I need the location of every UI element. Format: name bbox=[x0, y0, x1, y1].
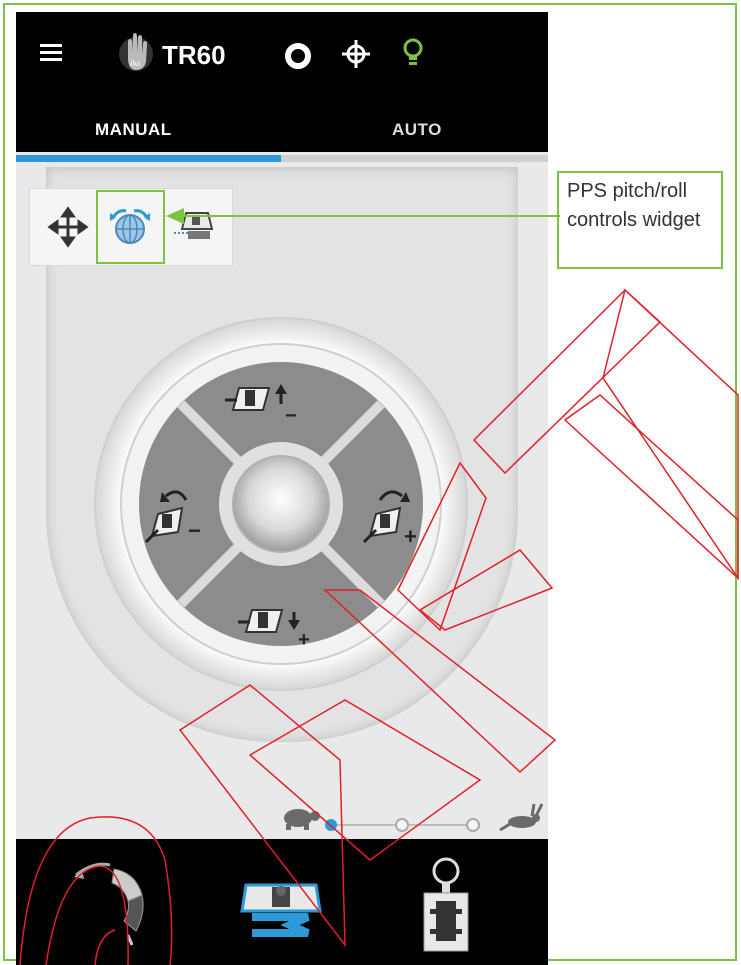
turtle-icon bbox=[284, 809, 320, 830]
gantry-head-icon[interactable] bbox=[416, 849, 476, 957]
speed-dot-medium bbox=[395, 818, 409, 832]
selected-tool-highlight bbox=[96, 190, 165, 264]
menu-icon[interactable] bbox=[40, 44, 62, 62]
svg-text:iba: iba bbox=[130, 59, 140, 68]
rabbit-icon bbox=[499, 803, 544, 832]
plus-label: + bbox=[404, 524, 417, 549]
svg-text:+: + bbox=[298, 629, 310, 651]
gantry-arc-icon[interactable] bbox=[66, 855, 166, 955]
move-icon[interactable] bbox=[36, 195, 100, 259]
crosshair-icon[interactable] bbox=[340, 38, 372, 70]
svg-text:−: − bbox=[188, 518, 201, 543]
app-screen: iba TR60 MANUAL AUTO − − + + bbox=[16, 12, 548, 965]
system-title: TR60 bbox=[162, 40, 226, 70]
tab-active-indicator bbox=[16, 155, 281, 162]
ring-icon[interactable] bbox=[283, 41, 313, 71]
pitch-plus-button[interactable]: − bbox=[223, 370, 303, 430]
roll-minus-button[interactable]: − bbox=[138, 478, 218, 558]
speed-dot-fast bbox=[466, 818, 480, 832]
annotation-callout: PPS pitch/roll controls widget bbox=[557, 171, 723, 269]
minus-label: − bbox=[285, 405, 297, 427]
tab-underline-rest bbox=[281, 155, 548, 162]
roll-plus-button[interactable]: + bbox=[356, 478, 436, 558]
speed-dot-slow bbox=[325, 819, 337, 831]
iba-logo-icon: iba bbox=[119, 33, 153, 71]
tab-auto[interactable]: AUTO bbox=[392, 120, 442, 140]
tab-manual[interactable]: MANUAL bbox=[95, 120, 172, 140]
top-bar: iba TR60 MANUAL AUTO bbox=[16, 12, 548, 152]
bottom-nav bbox=[16, 839, 548, 965]
pitch-minus-button[interactable]: + bbox=[236, 600, 336, 660]
couch-table-icon[interactable] bbox=[164, 195, 228, 259]
speed-selector[interactable] bbox=[266, 790, 548, 844]
couch-icon[interactable] bbox=[236, 855, 326, 955]
bulb-icon[interactable] bbox=[400, 36, 426, 70]
